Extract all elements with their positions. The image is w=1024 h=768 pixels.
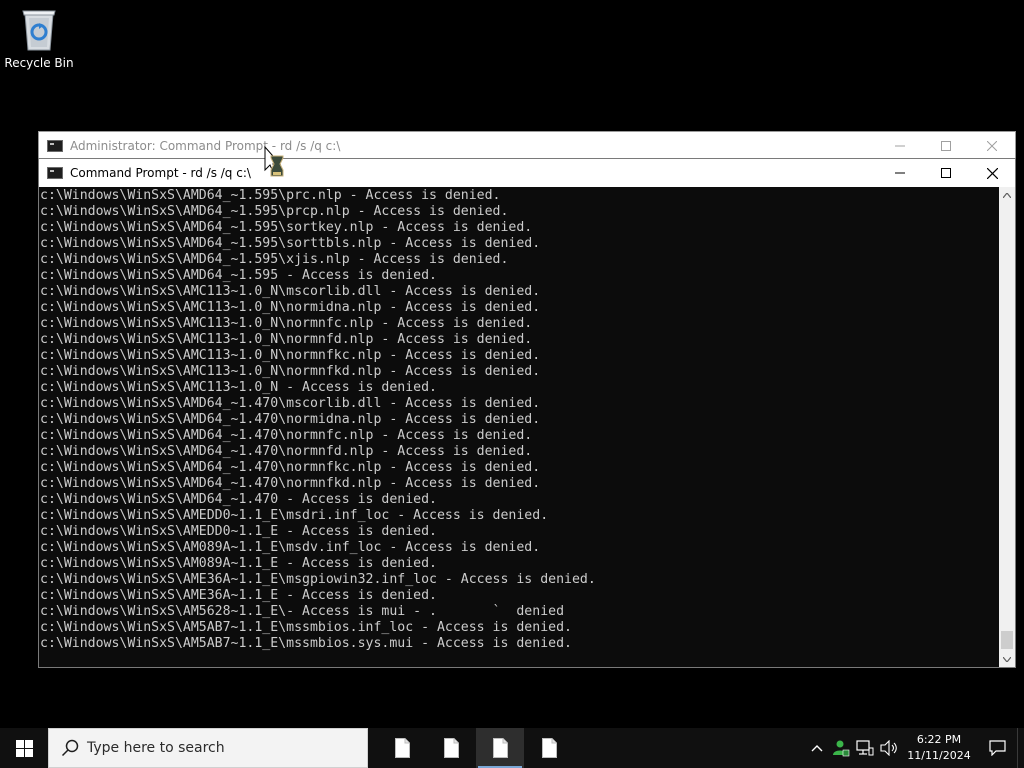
chevron-down-icon	[1003, 656, 1011, 662]
console-line: c:\Windows\WinSxS\AMEDD0~1.1_E - Access …	[40, 524, 437, 539]
back-minimize-button[interactable]	[877, 132, 923, 160]
console-line: c:\Windows\WinSxS\AMD64_~1.595 - Access …	[40, 268, 437, 283]
user-network-icon	[833, 740, 850, 757]
console-line: c:\Windows\WinSxS\AMD64_~1.595\prcp.nlp …	[40, 204, 509, 219]
recycle-bin-icon	[22, 10, 56, 51]
back-command-prompt-window[interactable]: Administrator: Command Prompt - rd /s /q…	[38, 131, 1016, 159]
show-hidden-icons-button[interactable]	[805, 728, 829, 768]
window-controls	[877, 159, 1015, 187]
network-tray-button[interactable]	[853, 728, 877, 768]
chevron-up-icon	[811, 745, 823, 752]
console-line: c:\Windows\WinSxS\AM089A~1.1_E - Access …	[40, 556, 437, 571]
scroll-thumb[interactable]	[1001, 631, 1013, 649]
console-line: c:\Windows\WinSxS\AMD64_~1.595\sortkey.n…	[40, 220, 533, 235]
back-close-button[interactable]	[969, 132, 1015, 160]
desktop: Recycle Bin Administrator: Command Promp…	[0, 0, 1024, 728]
start-button[interactable]	[0, 728, 48, 768]
console-line: c:\Windows\WinSxS\AMC113~1.0_N\normnfc.n…	[40, 316, 533, 331]
volume-tray-button[interactable]	[877, 728, 901, 768]
busy-cursor-icon	[264, 146, 284, 177]
taskbar-app-list	[378, 728, 574, 768]
console-line: c:\Windows\WinSxS\AMC113~1.0_N\normnfd.n…	[40, 332, 533, 347]
clock-date: 11/11/2024	[907, 749, 971, 762]
minimize-icon	[895, 172, 905, 174]
console-line: c:\Windows\WinSxS\AMD64_~1.595\sorttbls.…	[40, 236, 541, 251]
scroll-down-button[interactable]	[999, 651, 1015, 667]
network-icon	[856, 740, 874, 756]
console-line: c:\Windows\WinSxS\AMD64_~1.595\prc.nlp -…	[40, 188, 501, 203]
console-line: c:\Windows\WinSxS\AMC113~1.0_N\normnfkc.…	[40, 348, 541, 363]
console-line: c:\Windows\WinSxS\AMD64_~1.470\normnfkd.…	[40, 476, 541, 491]
maximize-icon	[941, 141, 951, 151]
console-line: c:\Windows\WinSxS\AMEDD0~1.1_E\msdri.inf…	[40, 508, 549, 523]
maximize-button[interactable]	[923, 159, 969, 187]
action-center-button[interactable]	[977, 728, 1017, 768]
recycle-bin-shortcut[interactable]: Recycle Bin	[4, 6, 74, 76]
scroll-up-button[interactable]	[999, 187, 1015, 203]
show-desktop-button[interactable]	[1017, 728, 1024, 768]
console-lines: c:\Windows\WinSxS\AMD64_~1.595\prc.nlp -…	[40, 188, 596, 652]
console-line: c:\Windows\WinSxS\AME36A~1.1_E - Access …	[40, 588, 437, 603]
notification-icon	[988, 740, 1006, 756]
taskbar-app-4[interactable]	[525, 728, 573, 768]
document-icon	[492, 738, 508, 758]
console-line: c:\Windows\WinSxS\AMD64_~1.470\normnfkc.…	[40, 460, 541, 475]
console-line: c:\Windows\WinSxS\AMC113~1.0_N - Access …	[40, 380, 437, 395]
close-button[interactable]	[969, 159, 1015, 187]
chevron-up-icon	[1003, 192, 1011, 198]
back-window-titlebar[interactable]: Administrator: Command Prompt - rd /s /q…	[39, 132, 1015, 160]
back-window-title: Administrator: Command Prompt - rd /s /q…	[70, 139, 341, 153]
document-icon	[443, 738, 459, 758]
minimize-icon	[895, 145, 905, 147]
console-app-icon	[47, 167, 63, 179]
windows-logo-icon	[15, 739, 33, 757]
console-line: c:\Windows\WinSxS\AMD64_~1.470\normnfd.n…	[40, 444, 533, 459]
console-line: c:\Windows\WinSxS\AMC113~1.0_N\mscorlib.…	[40, 284, 541, 299]
close-icon	[986, 167, 998, 179]
search-placeholder: Type here to search	[87, 740, 225, 756]
window-titlebar[interactable]: Command Prompt - rd /s /q c:\	[39, 159, 1015, 187]
taskbar-app-2[interactable]	[427, 728, 475, 768]
clock-time: 6:22 PM	[916, 733, 962, 746]
document-icon	[541, 738, 557, 758]
system-tray: 6:22 PM 11/11/2024	[805, 728, 1024, 768]
console-line: c:\Windows\WinSxS\AM089A~1.1_E\msdv.inf_…	[40, 540, 541, 555]
console-line: c:\Windows\WinSxS\AMD64_~1.470\normidna.…	[40, 412, 541, 427]
console-output[interactable]: c:\Windows\WinSxS\AMD64_~1.595\prc.nlp -…	[39, 187, 999, 667]
taskbar-search-box[interactable]: Type here to search	[48, 728, 368, 768]
close-icon	[987, 141, 997, 151]
console-line: c:\Windows\WinSxS\AM5628~1.1_E\- Access …	[40, 604, 565, 619]
vertical-scrollbar[interactable]	[999, 187, 1015, 667]
window-title: Command Prompt - rd /s /q c:\	[70, 166, 251, 180]
command-prompt-window[interactable]: Command Prompt - rd /s /q c:\ c:\Windows…	[38, 158, 1016, 668]
minimize-button[interactable]	[877, 159, 923, 187]
console-line: c:\Windows\WinSxS\AMD64_~1.595\xjis.nlp …	[40, 252, 509, 267]
back-window-controls	[877, 132, 1015, 160]
maximize-icon	[941, 168, 951, 178]
console-line: c:\Windows\WinSxS\AM5AB7~1.1_E\mssmbios.…	[40, 636, 572, 651]
console-line: c:\Windows\WinSxS\AMD64_~1.470 - Access …	[40, 492, 437, 507]
console-line: c:\Windows\WinSxS\AMC113~1.0_N\normidna.…	[40, 300, 541, 315]
taskbar-app-1[interactable]	[378, 728, 426, 768]
back-maximize-button[interactable]	[923, 132, 969, 160]
console-line: c:\Windows\WinSxS\AME36A~1.1_E\msgpiowin…	[40, 572, 596, 587]
console-line: c:\Windows\WinSxS\AMD64_~1.470\normnfc.n…	[40, 428, 533, 443]
taskbar-clock[interactable]: 6:22 PM 11/11/2024	[901, 728, 977, 768]
console-app-icon	[47, 140, 63, 152]
console-line: c:\Windows\WinSxS\AMC113~1.0_N\normnfkd.…	[40, 364, 541, 379]
console-line: c:\Windows\WinSxS\AMD64_~1.470\mscorlib.…	[40, 396, 541, 411]
user-network-tray-button[interactable]	[829, 728, 853, 768]
taskbar: Type here to search 6:22 PM 11/11/2024	[0, 728, 1024, 768]
volume-icon	[880, 740, 897, 756]
taskbar-app-3[interactable]	[476, 728, 524, 768]
search-icon	[61, 739, 79, 757]
recycle-bin-label: Recycle Bin	[4, 56, 74, 70]
document-icon	[394, 738, 410, 758]
console-line: c:\Windows\WinSxS\AM5AB7~1.1_E\mssmbios.…	[40, 620, 572, 635]
